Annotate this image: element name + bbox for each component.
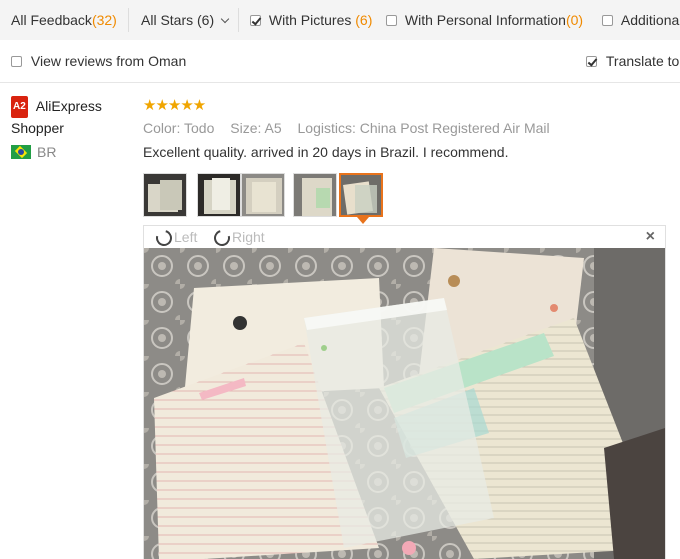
all-stars-label: All Stars (6) bbox=[141, 12, 215, 28]
all-feedback-filter[interactable]: All Feedback(32) bbox=[11, 0, 117, 40]
logistics-key: Logistics: bbox=[297, 120, 356, 136]
photo-thumbnail[interactable] bbox=[143, 173, 187, 217]
color-key: Color: bbox=[143, 120, 181, 136]
translate-checkbox[interactable] bbox=[586, 56, 597, 67]
rotate-right-icon bbox=[211, 227, 233, 249]
photo-thumbnail[interactable] bbox=[241, 173, 285, 217]
photo-thumbnail[interactable] bbox=[293, 173, 337, 217]
all-feedback-count: (32) bbox=[91, 12, 117, 28]
all-feedback-label: All Feedback bbox=[11, 12, 92, 28]
logistics-value: China Post Registered Air Mail bbox=[359, 120, 550, 136]
color-value: Todo bbox=[184, 120, 215, 136]
with-pictures-count: (6) bbox=[355, 12, 373, 28]
all-stars-dropdown[interactable]: All Stars (6) bbox=[141, 0, 230, 40]
rotate-left-label: Left bbox=[174, 229, 198, 245]
review-content: ★★★★★ Color: Todo Size: A5 Logistics: Ch… bbox=[143, 96, 680, 160]
view-from-country-label: View reviews from Oman bbox=[30, 53, 187, 69]
additional-label: Additiona bbox=[620, 12, 680, 28]
rotate-right-label: Right bbox=[232, 229, 265, 245]
with-personal-checkbox[interactable] bbox=[386, 15, 397, 26]
with-pictures-filter[interactable]: With Pictures (6) bbox=[250, 0, 372, 40]
photo-thumbnail[interactable] bbox=[197, 173, 241, 217]
rotate-left-icon bbox=[153, 227, 175, 249]
translate-option[interactable]: Translate to bbox=[586, 40, 679, 83]
size-key: Size: bbox=[230, 120, 262, 136]
country-code: BR bbox=[37, 144, 57, 160]
brazil-flag-icon bbox=[11, 145, 31, 159]
photo-thumbnail-selected[interactable] bbox=[339, 173, 383, 217]
chevron-down-icon bbox=[220, 14, 230, 24]
additional-checkbox[interactable] bbox=[602, 15, 613, 26]
rotate-right-button[interactable]: Right bbox=[211, 226, 265, 249]
translate-label: Translate to bbox=[605, 53, 680, 69]
selected-thumbnail-indicator bbox=[357, 217, 369, 224]
divider bbox=[128, 8, 129, 32]
filter-bar: All Feedback(32) All Stars (6) With Pict… bbox=[0, 0, 680, 40]
options-bar: View reviews from Oman Translate to bbox=[0, 40, 680, 83]
with-pictures-label: With Pictures bbox=[268, 12, 352, 28]
photo-viewer: Left Right × bbox=[143, 225, 666, 559]
with-personal-filter[interactable]: With Personal Information(0) bbox=[386, 0, 583, 40]
review-text: Excellent quality. arrived in 20 days in… bbox=[143, 144, 509, 160]
view-from-country-checkbox[interactable] bbox=[11, 56, 22, 67]
divider bbox=[238, 8, 239, 32]
with-pictures-checkbox[interactable] bbox=[250, 15, 261, 26]
with-personal-count: (0) bbox=[565, 12, 584, 28]
review-photo bbox=[144, 248, 665, 559]
star-rating: ★★★★★ bbox=[143, 97, 206, 114]
view-from-country-option[interactable]: View reviews from Oman bbox=[11, 40, 186, 83]
size-value: A5 bbox=[264, 120, 282, 136]
reviewer-name-line: A2 AliExpress Shopper bbox=[11, 96, 131, 138]
review-meta: Color: Todo Size: A5 Logistics: China Po… bbox=[143, 120, 680, 136]
with-personal-label: With Personal Information bbox=[404, 12, 566, 28]
reviewer-country: BR bbox=[11, 144, 131, 160]
close-icon[interactable]: × bbox=[646, 228, 655, 246]
additional-filter[interactable]: Additiona bbox=[602, 0, 679, 40]
reviewer-info: A2 AliExpress Shopper BR bbox=[11, 96, 131, 160]
level-badge: A2 bbox=[11, 96, 28, 118]
rotate-left-button[interactable]: Left bbox=[153, 226, 198, 249]
